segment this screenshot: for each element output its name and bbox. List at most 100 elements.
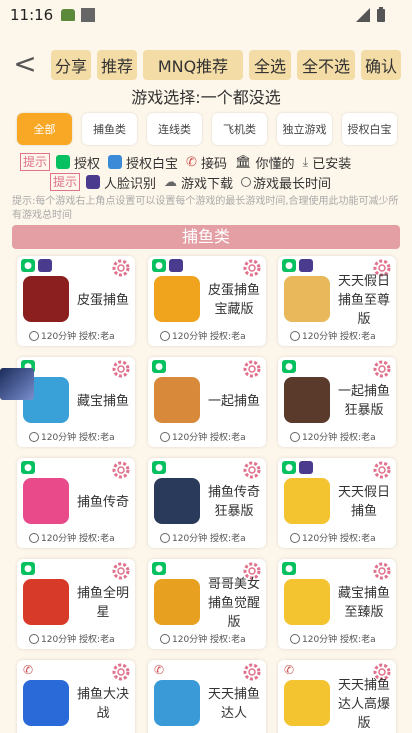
clock-icon <box>29 431 39 442</box>
game-name: 皮蛋捕鱼 <box>76 292 129 308</box>
wechat-icon: ● <box>282 259 296 272</box>
person-icon <box>108 155 123 169</box>
face-id-icon <box>38 259 52 272</box>
game-card[interactable]: ● 哥哥美女捕鱼觉醒版 120分钟 授权:老a <box>148 559 266 649</box>
wechat-icon: ● <box>282 360 296 373</box>
game-meta: 120分钟 授权:老a <box>290 329 376 342</box>
game-meta-text: 120分钟 授权:老a <box>302 433 376 443</box>
game-meta-text: 120分钟 授权:老a <box>41 635 115 645</box>
clock-icon <box>29 633 39 644</box>
tab-indie[interactable]: 独立游戏 <box>277 113 332 145</box>
game-card[interactable]: ✆ 天天捕鱼达人高爆版 <box>278 660 396 733</box>
tab-fishing[interactable]: 捕鱼类 <box>82 113 137 145</box>
tab-all[interactable]: 全部 <box>17 113 72 145</box>
game-icon <box>284 579 330 625</box>
legend-tip-label: 提示 <box>20 153 51 171</box>
clock-icon <box>29 532 39 543</box>
game-card[interactable]: ● 捕鱼全明星 120分钟 授权:老a <box>17 559 135 649</box>
toolbar: < 分享 推荐 MNQ推荐 全选 全不选 确认 <box>0 48 412 82</box>
game-card[interactable]: ● 皮蛋捕鱼宝藏版 120分钟 授权:老a <box>148 256 266 346</box>
game-icon <box>284 276 330 322</box>
game-card[interactable]: ● 捕鱼传奇狂暴版 120分钟 授权:老a <box>148 458 266 548</box>
game-meta-text: 120分钟 授权:老a <box>302 635 376 645</box>
signal-icon <box>356 8 370 22</box>
legend-face-recognition: 人脸识别 <box>104 176 157 192</box>
legend-tip-label-2: 提示 <box>50 173 81 191</box>
game-icon <box>154 680 200 726</box>
cloud-download-icon: ☁ <box>164 174 178 190</box>
face-id-icon <box>169 259 183 272</box>
game-icon <box>284 680 330 726</box>
legend: 提示 授权 授权白宝 ✆ 接码 🏛 你懂的 ⤓ 已安装 提示 人脸识别 ☁ 游戏下载 游… <box>20 152 410 192</box>
clock-icon <box>160 431 170 442</box>
clock-icon <box>241 177 252 187</box>
game-meta-text: 120分钟 授权:老a <box>302 332 376 342</box>
game-meta-text: 120分钟 授权:老a <box>302 534 376 544</box>
game-meta: 120分钟 授权:老a <box>290 531 376 544</box>
game-card[interactable]: ● 藏宝捕鱼 120分钟 授权:老a <box>17 357 135 447</box>
game-meta-text: 120分钟 授权:老a <box>172 635 246 645</box>
tab-plane[interactable]: 飞机类 <box>212 113 267 145</box>
clock-icon <box>160 330 170 341</box>
select-all-button[interactable]: 全选 <box>249 50 291 80</box>
wechat-icon: ● <box>21 461 35 474</box>
game-name: 一起捕鱼 <box>207 393 260 409</box>
game-card[interactable]: ✆ 天天捕鱼达人 <box>148 660 266 733</box>
game-icon <box>23 579 69 625</box>
game-icon <box>154 478 200 524</box>
selection-status: 游戏选择:一个都没选 <box>131 88 281 107</box>
clock-icon <box>29 330 39 341</box>
game-meta-text: 120分钟 授权:老a <box>41 433 115 443</box>
back-button[interactable]: < <box>10 50 40 80</box>
confirm-button[interactable]: 确认 <box>361 50 401 80</box>
wechat-icon: ● <box>152 259 166 272</box>
game-card[interactable]: ● 皮蛋捕鱼 120分钟 授权:老a <box>17 256 135 346</box>
phone-icon: ✆ <box>153 662 165 677</box>
game-name: 一起捕鱼狂暴版 <box>337 384 390 418</box>
phone-icon: ✆ <box>22 662 34 677</box>
game-name: 捕鱼传奇 <box>76 494 129 510</box>
tab-authorized[interactable]: 授权白宝 <box>342 113 397 145</box>
game-icon <box>154 276 200 322</box>
mnq-recommend-button[interactable]: MNQ推荐 <box>143 50 243 80</box>
face-id-icon <box>299 461 313 474</box>
wechat-icon: ● <box>282 562 296 575</box>
temple-icon: 🏛 <box>234 154 252 170</box>
legend-code: 接码 <box>200 156 227 172</box>
game-name: 捕鱼全明星 <box>76 586 129 620</box>
game-icon <box>23 478 69 524</box>
tab-lines[interactable]: 连线类 <box>147 113 202 145</box>
game-card[interactable]: ● 天天假日捕鱼至尊版 120分钟 授权:老a <box>278 256 396 346</box>
game-meta: 120分钟 授权:老a <box>160 531 246 544</box>
floating-thumbnail[interactable] <box>0 368 34 400</box>
legend-you-know: 你懂的 <box>255 156 295 172</box>
notification-icon <box>81 8 96 22</box>
game-meta: 120分钟 授权:老a <box>29 632 115 645</box>
game-meta-text: 120分钟 授权:老a <box>172 534 246 544</box>
game-card[interactable]: ✆ 捕鱼大决战 <box>17 660 135 733</box>
game-card[interactable]: ● 一起捕鱼 120分钟 授权:老a <box>148 357 266 447</box>
recommend-button[interactable]: 推荐 <box>97 50 137 80</box>
game-name: 天天捕鱼达人 <box>207 687 260 721</box>
game-name: 天天捕鱼达人高爆版 <box>337 677 390 731</box>
clock-icon <box>290 330 300 341</box>
status-time: 11:16 <box>10 6 54 24</box>
game-icon <box>154 579 200 625</box>
game-name: 天天假日捕鱼 <box>337 485 390 519</box>
game-meta: 120分钟 授权:老a <box>160 430 246 443</box>
game-card[interactable]: ● 天天假日捕鱼 120分钟 授权:老a <box>278 458 396 548</box>
game-card[interactable]: ● 藏宝捕鱼至臻版 120分钟 授权:老a <box>278 559 396 649</box>
game-name: 藏宝捕鱼 <box>76 393 129 409</box>
game-meta: 120分钟 授权:老a <box>290 430 376 443</box>
legend-game-download: 游戏下载 <box>181 176 234 192</box>
game-meta: 120分钟 授权:老a <box>29 430 115 443</box>
game-card[interactable]: ● 捕鱼传奇 120分钟 授权:老a <box>17 458 135 548</box>
share-button[interactable]: 分享 <box>51 50 91 80</box>
game-name: 藏宝捕鱼至臻版 <box>337 586 390 620</box>
download-done-icon: ⤓ <box>302 154 309 170</box>
game-meta: 120分钟 授权:老a <box>290 632 376 645</box>
clock-icon <box>290 633 300 644</box>
deselect-all-button[interactable]: 全不选 <box>297 50 355 80</box>
game-card[interactable]: ● 一起捕鱼狂暴版 120分钟 授权:老a <box>278 357 396 447</box>
phone-icon: ✆ <box>186 154 197 170</box>
